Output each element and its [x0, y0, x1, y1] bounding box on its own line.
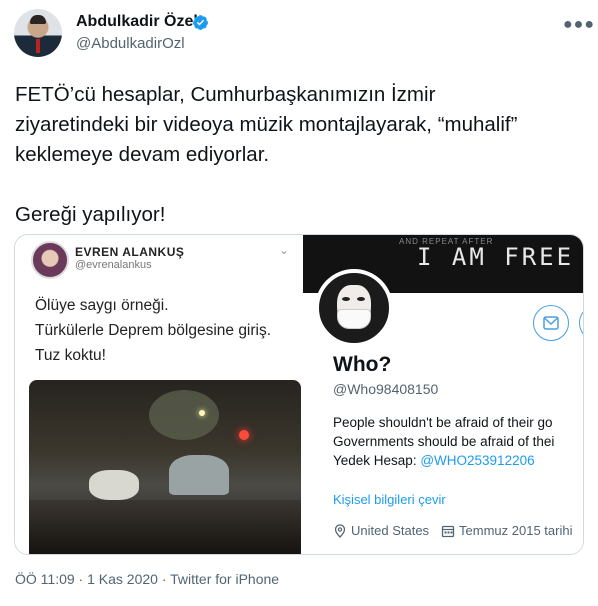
bio-line: People shouldn't be afraid of their go: [333, 415, 553, 430]
tweet-media[interactable]: EVREN ALANKUŞ @evrenalankus ⌄ Ölüye sayg…: [14, 234, 584, 555]
message-icon: [533, 305, 569, 341]
embedded-text-line: Türkülerle Deprem bölgesine giriş.: [35, 322, 272, 339]
location-icon: [334, 523, 346, 538]
banner-text: I AM FREE: [417, 243, 575, 271]
author-name[interactable]: Abdulkadir Özel: [76, 13, 198, 31]
tweet-line: keklemeye devam ediyorlar.: [15, 143, 270, 166]
bio-link: @WHO253912206: [420, 453, 535, 468]
profile-handle: @Who98408150: [333, 381, 439, 397]
embedded-video-thumbnail: [29, 380, 301, 554]
author-handle[interactable]: @AbdulkadirOzl: [76, 35, 185, 52]
embedded-tweet-screenshot: EVREN ALANKUŞ @evrenalankus ⌄ Ölüye sayg…: [15, 235, 303, 554]
profile-location: United States: [351, 523, 430, 538]
tweet-line: ziyaretindeki bir videoya müzik montajla…: [15, 113, 518, 136]
embedded-name: EVREN ALANKUŞ: [75, 245, 185, 259]
profile-screenshot: AND REPEAT AFTER I AM FREE Who? @Who9840…: [303, 235, 583, 554]
author-avatar[interactable]: [14, 9, 62, 57]
bio-prefix: Yedek Hesap:: [333, 453, 421, 468]
embedded-handle: @evrenalankus: [75, 259, 152, 271]
profile-joined: Temmuz 2015 tarihi: [459, 523, 573, 538]
ellipsis-icon[interactable]: ●●●: [563, 16, 595, 34]
avatar-hair: [30, 15, 46, 24]
translate-bio-link: Kişisel bilgileri çevir: [333, 492, 446, 507]
profile-meta: United States Temmuz 2015 tarihi: [333, 523, 573, 538]
tweet-text: FETÖ’cü hesaplar, Cumhurbaşkanımızın İzm…: [15, 80, 585, 230]
tweet-timestamp[interactable]: ÖÖ 11:09 · 1 Kas 2020 · Twitter for iPho…: [15, 571, 279, 587]
tweet-line: Gereği yapılıyor!: [15, 203, 166, 226]
bio-line: Yedek Hesap: @WHO253912206: [333, 451, 583, 470]
profile-bio: People shouldn't be afraid of their go G…: [333, 413, 583, 470]
embedded-avatar: [31, 241, 69, 279]
embedded-text-line: Ölüye saygı örneği.: [35, 297, 169, 314]
chevron-down-icon: ⌄: [279, 243, 290, 257]
avatar-tie: [36, 39, 40, 53]
embedded-text: Ölüye saygı örneği. Türkülerle Deprem bö…: [35, 293, 271, 368]
verified-badge-icon: [193, 15, 208, 30]
follow-button: [579, 305, 583, 341]
profile-avatar: [315, 269, 393, 347]
bio-line: Governments should be afraid of thei: [333, 434, 555, 449]
calendar-icon: [441, 525, 455, 537]
tweet-line: FETÖ’cü hesaplar, Cumhurbaşkanımızın İzm…: [15, 83, 436, 106]
embedded-text-line: Tuz koktu!: [35, 347, 106, 364]
profile-name: Who?: [333, 353, 392, 376]
